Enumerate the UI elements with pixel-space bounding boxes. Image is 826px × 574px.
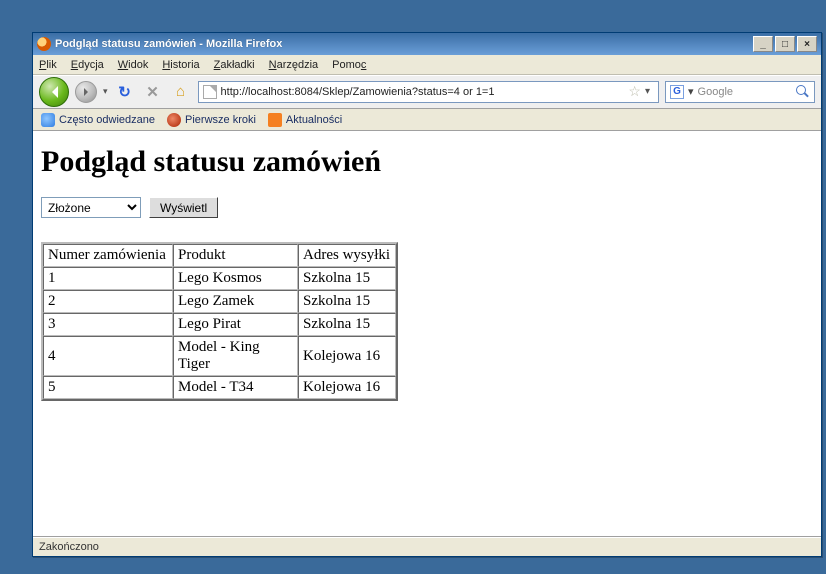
- bookmark-label: Pierwsze kroki: [185, 114, 256, 126]
- bookmark-label: Często odwiedzane: [59, 114, 155, 126]
- first-steps-icon: [167, 113, 181, 127]
- table-row: 4Model - King TigerKolejowa 16: [43, 336, 396, 376]
- bookmark-label: Aktualności: [286, 114, 342, 126]
- bookmark-first-steps[interactable]: Pierwsze kroki: [167, 113, 256, 127]
- bookmarks-toolbar: Często odwiedzane Pierwsze kroki Aktualn…: [33, 109, 821, 131]
- menu-tools[interactable]: Narzędzia: [269, 59, 319, 71]
- bookmark-news[interactable]: Aktualności: [268, 113, 342, 127]
- browser-window: Podgląd statusu zamówień - Mozilla Firef…: [32, 32, 822, 557]
- table-cell: 3: [43, 313, 173, 336]
- table-cell: 1: [43, 267, 173, 290]
- url-bar[interactable]: http://localhost:8084/Sklep/Zamowienia?s…: [198, 81, 659, 103]
- menu-bookmarks[interactable]: Zakładki: [214, 59, 255, 71]
- statusbar: Zakończono: [33, 536, 821, 556]
- table-cell: Kolejowa 16: [298, 376, 396, 399]
- menu-view[interactable]: Widok: [118, 59, 149, 71]
- col-product: Produkt: [173, 244, 298, 267]
- col-address: Adres wysyłki: [298, 244, 396, 267]
- table-row: 2Lego ZamekSzkolna 15: [43, 290, 396, 313]
- reload-button[interactable]: ↻: [114, 81, 136, 103]
- table-cell: 2: [43, 290, 173, 313]
- maximize-button[interactable]: □: [775, 36, 795, 52]
- menu-help[interactable]: Pomoc: [332, 59, 366, 71]
- table-row: 3Lego PiratSzkolna 15: [43, 313, 396, 336]
- nav-dropdown-icon[interactable]: ▾: [103, 86, 108, 97]
- rss-icon: [268, 113, 282, 127]
- orders-table: Numer zamówienia Produkt Adres wysyłki 1…: [41, 242, 398, 401]
- menu-history[interactable]: Historia: [162, 59, 199, 71]
- nav-toolbar: ▾ ↻ ✕ ⌂ http://localhost:8084/Sklep/Zamo…: [33, 75, 821, 109]
- status-select[interactable]: Złożone: [41, 197, 141, 218]
- most-visited-icon: [41, 113, 55, 127]
- menubar: Plik Edycja Widok Historia Zakładki Narz…: [33, 55, 821, 75]
- search-dropdown-icon[interactable]: ▾: [688, 85, 694, 98]
- filter-controls: Złożone Wyświetl: [41, 197, 813, 218]
- table-cell: Szkolna 15: [298, 290, 396, 313]
- firefox-icon: [37, 37, 51, 51]
- search-box[interactable]: G ▾ Google: [665, 81, 815, 103]
- status-text: Zakończono: [39, 541, 99, 553]
- menu-file[interactable]: Plik: [39, 59, 57, 71]
- bookmark-most-visited[interactable]: Często odwiedzane: [41, 113, 155, 127]
- titlebar[interactable]: Podgląd statusu zamówień - Mozilla Firef…: [33, 33, 821, 55]
- table-cell: Kolejowa 16: [298, 336, 396, 376]
- table-cell: 5: [43, 376, 173, 399]
- col-order-no: Numer zamówienia: [43, 244, 173, 267]
- table-row: 5Model - T34Kolejowa 16: [43, 376, 396, 399]
- bookmark-star-icon[interactable]: ☆: [628, 83, 641, 100]
- back-button[interactable]: [39, 77, 69, 107]
- table-cell: Lego Kosmos: [173, 267, 298, 290]
- table-cell: Szkolna 15: [298, 313, 396, 336]
- page-heading: Podgląd statusu zamówień: [41, 145, 813, 179]
- table-cell: 4: [43, 336, 173, 376]
- url-dropdown-icon[interactable]: ▾: [645, 86, 654, 97]
- minimize-button[interactable]: _: [753, 36, 773, 52]
- table-cell: Szkolna 15: [298, 267, 396, 290]
- table-cell: Model - King Tiger: [173, 336, 298, 376]
- google-icon: G: [670, 85, 684, 99]
- forward-button[interactable]: [75, 81, 97, 103]
- url-text: http://localhost:8084/Sklep/Zamowienia?s…: [221, 86, 625, 98]
- window-title: Podgląd statusu zamówień - Mozilla Firef…: [55, 38, 753, 50]
- search-icon[interactable]: [796, 85, 810, 99]
- table-header-row: Numer zamówienia Produkt Adres wysyłki: [43, 244, 396, 267]
- menu-edit[interactable]: Edycja: [71, 59, 104, 71]
- view-button[interactable]: Wyświetl: [149, 197, 218, 218]
- page-content: Podgląd statusu zamówień Złożone Wyświet…: [33, 131, 821, 536]
- page-icon: [203, 85, 217, 99]
- home-button[interactable]: ⌂: [170, 81, 192, 103]
- close-button[interactable]: ×: [797, 36, 817, 52]
- table-cell: Lego Pirat: [173, 313, 298, 336]
- table-cell: Model - T34: [173, 376, 298, 399]
- table-row: 1Lego KosmosSzkolna 15: [43, 267, 396, 290]
- stop-button[interactable]: ✕: [142, 81, 164, 103]
- table-cell: Lego Zamek: [173, 290, 298, 313]
- search-placeholder: Google: [698, 86, 733, 98]
